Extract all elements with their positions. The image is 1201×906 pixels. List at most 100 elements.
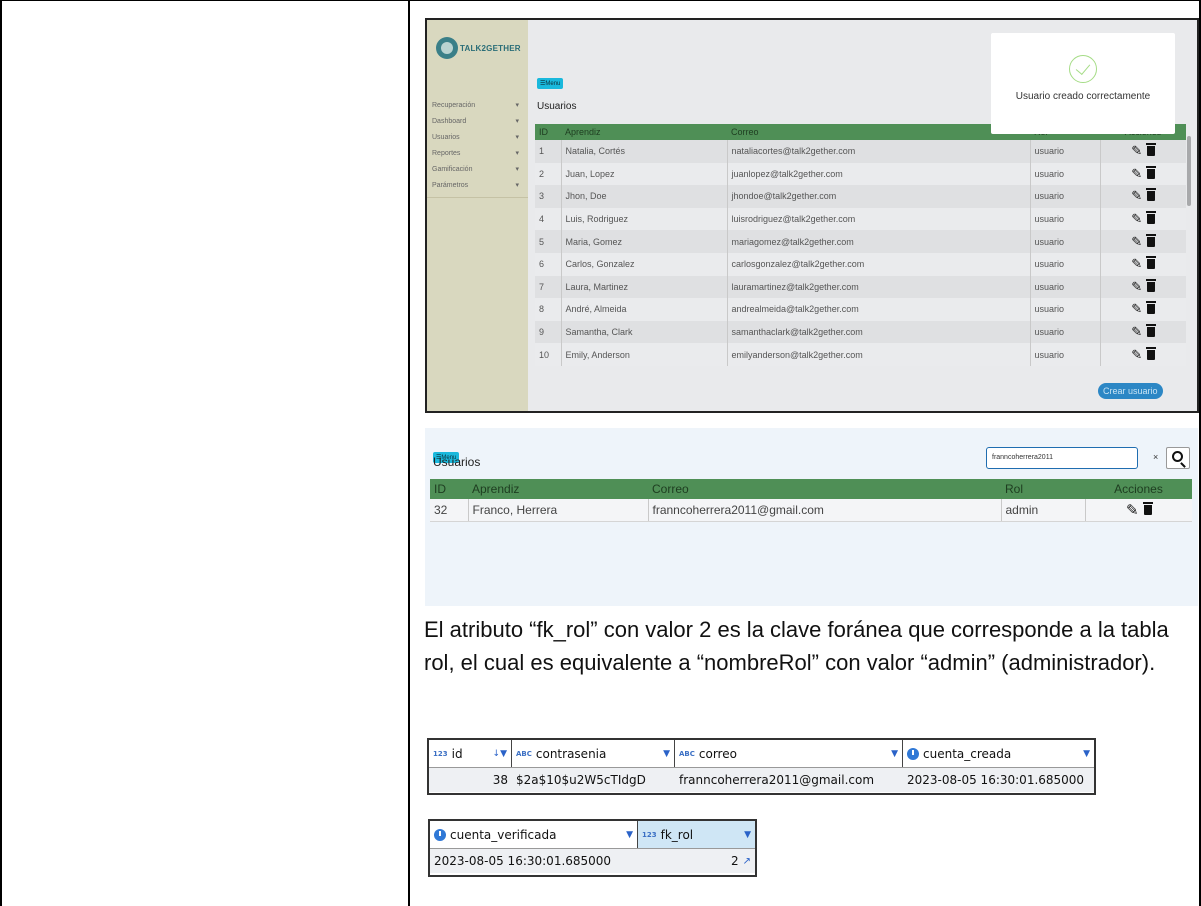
delete-trash-icon[interactable]	[1146, 346, 1157, 360]
table-cell-acciones: ✎	[1099, 230, 1186, 253]
sidebar-item-recuperacion[interactable]: Recuperación ▾	[427, 97, 528, 113]
delete-trash-icon[interactable]	[1146, 233, 1157, 247]
text-type-icon: ABC	[679, 749, 695, 758]
table-cell-acciones: ✎	[1099, 320, 1186, 344]
edit-pencil-icon[interactable]: ✎	[1131, 234, 1142, 250]
grid-cell-fk-rol[interactable]: 2 ↗	[638, 849, 755, 873]
table-cell-aprendiz: Laura, Martinez	[560, 275, 727, 299]
edit-pencil-icon[interactable]: ✎	[1131, 279, 1142, 295]
delete-trash-icon[interactable]	[1146, 211, 1157, 225]
edit-pencil-icon[interactable]: ✎	[1131, 256, 1142, 272]
table-row: 4 Luis, Rodriguez luisrodriguez@talk2gethe…	[535, 207, 1186, 231]
sort-desc-icon[interactable]: ↓▼	[493, 749, 507, 759]
filter-dropdown-icon[interactable]: ▼	[663, 749, 670, 759]
menu-button[interactable]: ☰Menu	[537, 78, 564, 89]
table-cell-id: 2	[535, 162, 561, 186]
column-header-rol: Rol	[1001, 479, 1085, 499]
table-cell-rol: usuario	[1029, 275, 1100, 299]
sidebar-item-parametros[interactable]: Parámetros ▾	[427, 177, 528, 193]
table-cell-aprendiz: Emily, Anderson	[560, 343, 727, 366]
delete-trash-icon[interactable]	[1146, 256, 1157, 270]
open-link-icon[interactable]: ↗	[743, 856, 751, 867]
table-row: 7 Laura, Martinez lauramartinez@talk2gethe…	[535, 275, 1186, 299]
sidebar-item-label: Dashboard	[432, 117, 467, 125]
screenshot-user-search: ☰Menu Usuarios franncoherrera2011 × ID A…	[425, 428, 1198, 606]
clear-search-icon[interactable]: ×	[1153, 452, 1158, 462]
grid-data-row[interactable]: 2023-08-05 16:30:01.685000 2 ↗	[430, 849, 755, 873]
edit-pencil-icon[interactable]: ✎	[1131, 166, 1142, 182]
create-user-button[interactable]: Crear usuario	[1098, 383, 1163, 399]
delete-trash-icon[interactable]	[1146, 165, 1157, 179]
grid-column-header-contrasenia[interactable]: ABC contrasenia ▼	[512, 740, 675, 767]
scrollbar[interactable]	[1187, 136, 1191, 206]
sidebar-item-reportes[interactable]: Reportes ▾	[427, 145, 528, 161]
table-cell-aprendiz: Jhon, Doe	[560, 185, 727, 208]
page-title-text: Usuarios	[433, 455, 481, 469]
grid-column-label: id	[451, 746, 463, 761]
chevron-down-icon: ▾	[515, 134, 519, 141]
grid-cell-cuenta-creada[interactable]: 2023-08-05 16:30:01.685000	[903, 768, 1094, 792]
document-page: TALK2GETHER Recuperación ▾ Dashboard ▾ Usu…	[0, 0, 1201, 906]
delete-trash-icon[interactable]	[1146, 301, 1157, 315]
delete-trash-icon[interactable]	[1146, 143, 1157, 157]
table-header-row: ID Aprendiz Correo Rol Acciones	[430, 479, 1192, 499]
grid-column-header-cuenta-verificada[interactable]: cuenta_verificada ▼	[430, 821, 638, 848]
grid-cell-correo[interactable]: franncoherrera2011@gmail.com	[675, 768, 903, 792]
table-cell-correo: mariagomez@talk2gether.com	[726, 230, 1030, 253]
table-cell-correo: juanlopez@talk2gether.com	[726, 162, 1030, 186]
grid-column-label: fk_rol	[660, 827, 694, 842]
search-input[interactable]: franncoherrera2011	[986, 447, 1138, 469]
filter-dropdown-icon[interactable]: ▼	[744, 830, 751, 840]
table-cell-aprendiz: Luis, Rodriguez	[560, 207, 727, 231]
column-header-aprendiz: Aprendiz	[468, 479, 648, 499]
edit-pencil-icon[interactable]: ✎	[1131, 324, 1142, 340]
explanation-paragraph: El atributo “fk_rol” con valor 2 es la c…	[424, 617, 1169, 675]
edit-pencil-icon[interactable]: ✎	[1131, 188, 1142, 204]
grid-column-header-fk-rol[interactable]: 123 fk_rol ▼	[638, 821, 755, 848]
table-cell-correo: franncoherrera2011@gmail.com	[647, 499, 1001, 522]
table-cell-id: 8	[535, 298, 561, 321]
delete-trash-icon[interactable]	[1146, 324, 1157, 338]
table-left-border	[0, 0, 2, 906]
filter-dropdown-icon[interactable]: ▼	[891, 749, 898, 759]
logo: TALK2GETHER	[436, 37, 521, 59]
table-cell-rol: usuario	[1029, 185, 1100, 208]
delete-trash-icon[interactable]	[1146, 278, 1157, 292]
grid-column-header-id[interactable]: 123 id ↓▼	[429, 740, 512, 767]
chevron-down-icon: ▾	[515, 150, 519, 157]
grid-column-label: cuenta_verificada	[450, 827, 557, 842]
grid-column-label: cuenta_creada	[923, 746, 1012, 761]
sidebar-item-dashboard[interactable]: Dashboard ▾	[427, 113, 528, 129]
column-header-acciones: Acciones	[1085, 479, 1192, 499]
column-header-correo: Correo	[727, 124, 1030, 140]
grid-cell-value: 2	[730, 854, 739, 868]
grid-column-header-correo[interactable]: ABC correo ▼	[675, 740, 903, 767]
grid-data-row[interactable]: 38 $2a$10$u2W5cTIdgD franncoherrera2011@…	[429, 768, 1094, 792]
table-cell-acciones: ✎	[1099, 252, 1186, 276]
sidebar-nav: Recuperación ▾ Dashboard ▾ Usuarios ▾ Repor…	[427, 97, 528, 193]
edit-pencil-icon[interactable]: ✎	[1131, 301, 1142, 317]
grid-cell-id[interactable]: 38	[429, 768, 512, 792]
table-cell-correo: jhondoe@talk2gether.com	[726, 185, 1030, 208]
grid-cell-contrasenia[interactable]: $2a$10$u2W5cTIdgD	[512, 768, 675, 792]
sidebar-item-gamificacion[interactable]: Gamificación ▾	[427, 161, 528, 177]
column-header-id: ID	[535, 124, 561, 140]
edit-pencil-icon[interactable]: ✎	[1131, 347, 1142, 363]
delete-trash-icon[interactable]	[1146, 188, 1157, 202]
edit-pencil-icon[interactable]: ✎	[1131, 143, 1142, 159]
table-row: 3 Jhon, Doe jhondoe@talk2gether.com usuario…	[535, 185, 1186, 208]
grid-column-header-cuenta-creada[interactable]: cuenta_creada ▼	[903, 740, 1094, 767]
table-cell-correo: samanthaclark@talk2gether.com	[726, 320, 1030, 344]
grid-cell-cuenta-verificada[interactable]: 2023-08-05 16:30:01.685000	[430, 849, 638, 873]
filter-dropdown-icon[interactable]: ▼	[1083, 749, 1090, 759]
edit-pencil-icon[interactable]: ✎	[1126, 501, 1139, 519]
edit-pencil-icon[interactable]: ✎	[1131, 211, 1142, 227]
filter-dropdown-icon[interactable]: ▼	[626, 830, 633, 840]
sidebar-item-label: Reportes	[432, 149, 461, 157]
delete-trash-icon[interactable]	[1142, 501, 1153, 515]
table-cell-correo: emilyanderson@talk2gether.com	[726, 343, 1030, 366]
sidebar-item-usuarios[interactable]: Usuarios ▾	[427, 129, 528, 145]
table-cell-acciones: ✎	[1099, 343, 1186, 366]
search-button[interactable]	[1166, 447, 1190, 469]
table-cell-correo: luisrodriguez@talk2gether.com	[726, 207, 1030, 231]
